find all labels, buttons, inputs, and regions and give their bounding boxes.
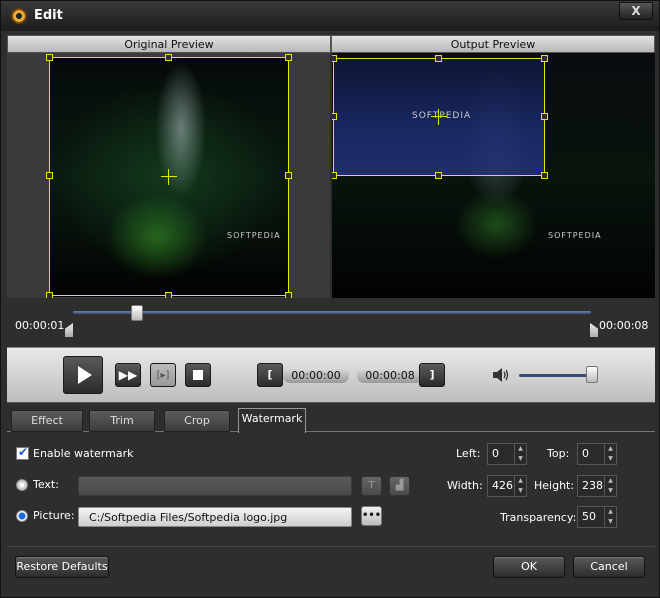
watermark-handle-sw[interactable] bbox=[332, 172, 337, 179]
height-value: 238 bbox=[582, 479, 603, 492]
trim-segment-button[interactable]: [▸] bbox=[150, 363, 176, 387]
play-icon bbox=[78, 366, 92, 384]
end-time-display[interactable]: 00:00:08 bbox=[357, 368, 423, 383]
crop-handle-n[interactable] bbox=[165, 54, 172, 61]
width-label: Width: bbox=[447, 479, 483, 492]
close-button[interactable]: X bbox=[619, 2, 653, 20]
browse-button[interactable]: ••• bbox=[361, 506, 382, 526]
picture-radio[interactable] bbox=[16, 510, 28, 522]
start-time-display[interactable]: 00:00:00 bbox=[283, 368, 349, 383]
font-button[interactable]: T bbox=[361, 476, 382, 496]
spin-arrows-icon[interactable]: ▲ ▼ bbox=[604, 476, 616, 496]
crosshair-icon bbox=[431, 109, 447, 125]
restore-defaults-button[interactable]: Restore Defaults bbox=[15, 556, 109, 578]
play-button[interactable] bbox=[63, 356, 103, 394]
window-title: Edit bbox=[34, 8, 63, 23]
edit-window: Edit X Original Preview Output Preview S… bbox=[0, 0, 660, 598]
enable-watermark-checkbox[interactable] bbox=[16, 445, 29, 460]
output-preview: SOFTPEDIA SOFTPEDIA bbox=[332, 53, 655, 298]
color-icon: ▟ bbox=[395, 480, 404, 491]
original-preview-header: Original Preview bbox=[7, 35, 331, 53]
watermark-handle-e[interactable] bbox=[541, 113, 548, 120]
stop-icon bbox=[193, 370, 203, 380]
trim-end-marker[interactable] bbox=[590, 323, 598, 337]
mark-in-button[interactable]: [ bbox=[257, 363, 283, 387]
trim-start-marker[interactable] bbox=[65, 323, 73, 337]
picture-path-input[interactable]: C:/Softpedia Files/Softpedia logo.jpg bbox=[78, 507, 352, 527]
watermark-panel: Enable watermark Text: T ▟ Picture: C:/S… bbox=[7, 432, 655, 540]
watermark-handle-se[interactable] bbox=[541, 172, 548, 179]
crop-handle-se[interactable] bbox=[285, 292, 292, 298]
timeline-end-time: 00:00:08 bbox=[599, 319, 649, 332]
text-label: Text: bbox=[33, 478, 59, 491]
left-label: Left: bbox=[456, 447, 481, 460]
tab-watermark[interactable]: Watermark bbox=[238, 408, 306, 433]
height-spinner[interactable]: 238 ▲ ▼ bbox=[577, 475, 617, 497]
original-preview: SOFTPEDIA bbox=[7, 53, 330, 298]
left-spinner[interactable]: 0 ▲ ▼ bbox=[487, 443, 527, 465]
crop-handle-e[interactable] bbox=[285, 172, 292, 179]
transparency-spinner[interactable]: 50 ▲ ▼ bbox=[577, 506, 617, 528]
top-value: 0 bbox=[582, 447, 589, 460]
title-bar[interactable]: Edit X bbox=[1, 1, 659, 31]
volume-track[interactable] bbox=[519, 374, 595, 377]
timeline: 00:00:01 00:00:08 bbox=[7, 299, 655, 347]
spin-arrows-icon[interactable]: ▲ ▼ bbox=[514, 444, 526, 464]
tab-effect[interactable]: Effect bbox=[11, 410, 83, 432]
crop-handle-w[interactable] bbox=[46, 172, 53, 179]
spin-arrows-icon[interactable]: ▲ ▼ bbox=[604, 507, 616, 527]
crosshair-icon bbox=[161, 169, 177, 185]
watermark-handle-nw[interactable] bbox=[332, 55, 337, 62]
output-preview-header: Output Preview bbox=[331, 35, 655, 53]
ok-button[interactable]: OK bbox=[493, 556, 565, 578]
top-label: Top: bbox=[547, 447, 570, 460]
dialog-footer: Restore Defaults OK Cancel bbox=[7, 546, 655, 591]
enable-watermark-label: Enable watermark bbox=[33, 447, 134, 460]
font-icon: T bbox=[368, 480, 375, 491]
trim-icon: [▸] bbox=[156, 369, 170, 381]
crop-handle-sw[interactable] bbox=[46, 292, 53, 298]
mark-out-button[interactable]: ] bbox=[419, 363, 445, 387]
crop-handle-nw[interactable] bbox=[46, 54, 53, 61]
tab-trim[interactable]: Trim bbox=[89, 410, 155, 432]
timeline-start-time: 00:00:01 bbox=[15, 319, 65, 332]
left-value: 0 bbox=[492, 447, 499, 460]
cancel-button[interactable]: Cancel bbox=[573, 556, 645, 578]
seek-thumb[interactable] bbox=[131, 305, 143, 321]
seek-track[interactable] bbox=[73, 311, 591, 314]
tab-crop[interactable]: Crop bbox=[164, 410, 230, 432]
spin-arrows-icon[interactable]: ▲ ▼ bbox=[514, 476, 526, 496]
text-input[interactable] bbox=[78, 476, 352, 496]
spin-arrows-icon[interactable]: ▲ ▼ bbox=[604, 444, 616, 464]
playback-controls: ▶▶ [▸] [ 00:00:00 00:00:08 ] bbox=[7, 347, 655, 403]
watermark-handle-s[interactable] bbox=[435, 172, 442, 179]
output-watermark-text: SOFTPEDIA bbox=[548, 231, 602, 240]
text-radio[interactable] bbox=[16, 479, 28, 491]
width-value: 426 bbox=[492, 479, 513, 492]
watermark-handle-ne[interactable] bbox=[541, 55, 548, 62]
edit-tabs: Effect Trim Crop Watermark bbox=[7, 408, 655, 433]
stop-button[interactable] bbox=[185, 363, 211, 387]
speaker-icon[interactable] bbox=[491, 366, 511, 384]
app-logo-icon bbox=[11, 8, 27, 24]
crop-handle-ne[interactable] bbox=[285, 54, 292, 61]
top-spinner[interactable]: 0 ▲ ▼ bbox=[577, 443, 617, 465]
watermark-handle-n[interactable] bbox=[435, 55, 442, 62]
watermark-handle-w[interactable] bbox=[332, 113, 337, 120]
width-spinner[interactable]: 426 ▲ ▼ bbox=[487, 475, 527, 497]
picture-label: Picture: bbox=[33, 509, 75, 522]
fast-forward-icon: ▶▶ bbox=[118, 368, 138, 382]
height-label: Height: bbox=[534, 479, 575, 492]
color-button[interactable]: ▟ bbox=[389, 476, 410, 496]
crop-handle-s[interactable] bbox=[165, 292, 172, 298]
next-frame-button[interactable]: ▶▶ bbox=[115, 363, 141, 387]
transparency-value: 50 bbox=[582, 510, 596, 523]
volume-thumb[interactable] bbox=[586, 366, 598, 383]
transparency-label: Transparency: bbox=[500, 511, 577, 524]
